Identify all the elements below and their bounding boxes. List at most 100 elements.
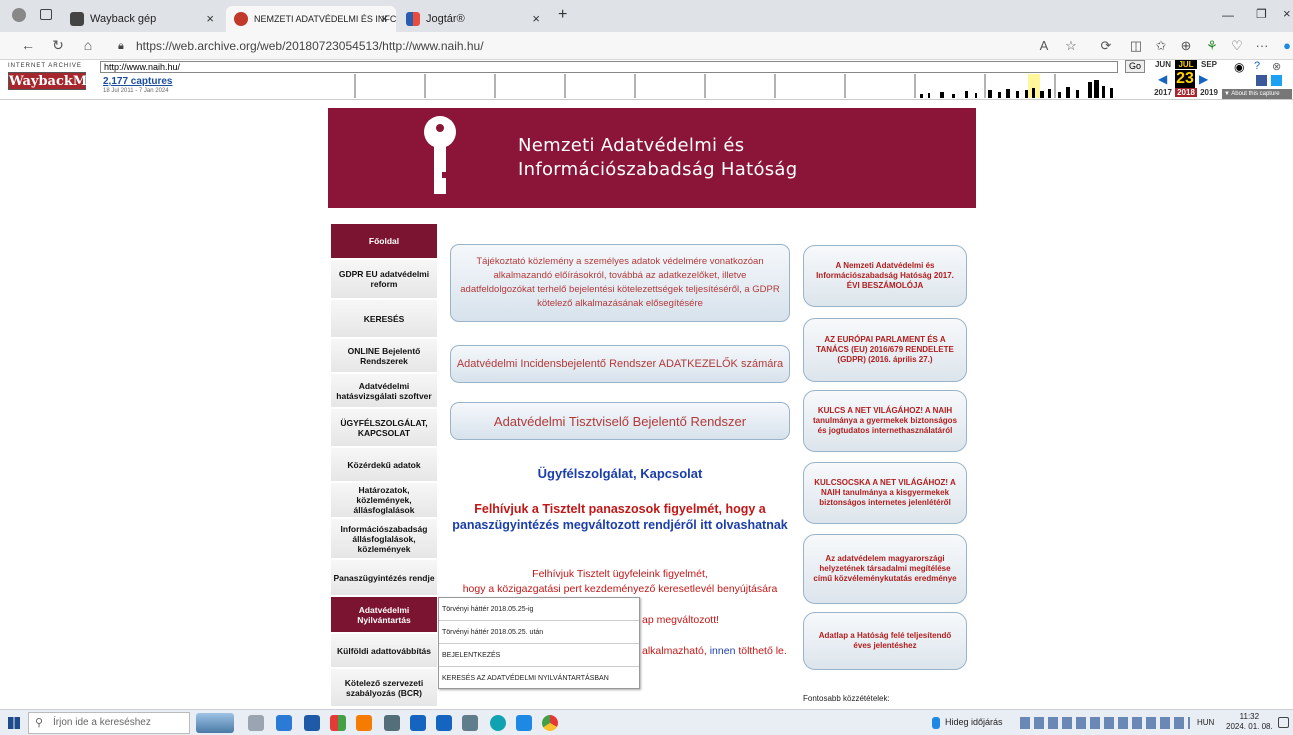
nav-item-registry[interactable]: Adatvédelmi Nyilvántartás bbox=[331, 597, 437, 633]
refresh-icon[interactable]: ↻ bbox=[48, 37, 68, 54]
app-icon-3[interactable] bbox=[330, 715, 346, 731]
annual-form-button[interactable]: Adatlap a Hatóság felé teljesítendő éves… bbox=[803, 612, 967, 670]
tab-wayback[interactable]: Wayback gép × bbox=[62, 6, 222, 32]
submenu-item-law-after[interactable]: Törvényi háttér 2018.05.25. után bbox=[439, 621, 639, 644]
home-icon[interactable]: ⌂ bbox=[78, 37, 98, 53]
read-aloud-icon[interactable]: A bbox=[1035, 38, 1053, 53]
nav-item-foi[interactable]: Információszabadság állásfoglalások, köz… bbox=[331, 519, 437, 559]
tab-naih[interactable]: NEMZETI ADATVÉDELMI ÉS INFC × bbox=[226, 6, 396, 32]
favorites-icon[interactable]: ✩ bbox=[1152, 38, 1170, 54]
next-capture-icon[interactable]: ▶ bbox=[1199, 72, 1208, 86]
shopping-icon[interactable]: ⚘ bbox=[1203, 38, 1221, 54]
about-capture-button[interactable]: ▼ About this capture bbox=[1222, 89, 1292, 99]
wayback-logo[interactable]: WaybackMachine bbox=[8, 72, 136, 90]
incident-report-button[interactable]: Adatvédelmi Incidensbejelentő Rendszer A… bbox=[450, 345, 790, 383]
app-icon-7[interactable] bbox=[436, 715, 452, 731]
performance-icon[interactable]: ♡ bbox=[1228, 38, 1246, 54]
language-indicator[interactable]: HUN bbox=[1197, 718, 1214, 727]
app-icon-4[interactable] bbox=[356, 715, 372, 731]
notice-complaints-link[interactable]: panaszügyintézés megváltozott rendjéről … bbox=[430, 518, 810, 532]
wayback-favicon-icon bbox=[70, 12, 84, 26]
year-current: 2018 bbox=[1175, 88, 1197, 97]
download-link[interactable]: innen bbox=[710, 645, 736, 657]
back-icon[interactable]: ← bbox=[18, 37, 38, 53]
nav-item-customer[interactable]: ÜGYFÉLSZOLGÁLAT, KAPCSOLAT bbox=[331, 409, 437, 447]
wayback-go-button[interactable]: Go bbox=[1125, 60, 1145, 73]
close-tab-icon[interactable]: × bbox=[206, 11, 214, 26]
gdpr-info-button[interactable]: Tájékoztató közlemény a személyes adatok… bbox=[450, 244, 790, 322]
notifications-icon[interactable] bbox=[1278, 717, 1289, 728]
tab-label: NEMZETI ADATVÉDELMI ÉS INFC bbox=[254, 14, 396, 24]
customer-service-link[interactable]: Ügyfélszolgálat, Kapcsolat bbox=[450, 466, 790, 481]
captures-link[interactable]: 2,177 captures bbox=[103, 76, 173, 87]
app-icon-9[interactable] bbox=[516, 715, 532, 731]
more-icon[interactable]: ··· bbox=[1253, 38, 1271, 53]
gdpr-regulation-button[interactable]: AZ EURÓPAI PARLAMENT ÉS A TANÁCS (EU) 20… bbox=[803, 318, 967, 382]
minimize-icon[interactable]: — bbox=[1222, 8, 1234, 22]
site-banner[interactable]: Nemzeti Adatvédelmi és Információszabads… bbox=[328, 108, 976, 208]
submenu-item-login[interactable]: BEJELENTKEZÉS bbox=[439, 644, 639, 667]
browser-tab-bar: Wayback gép × NEMZETI ADATVÉDELMI ÉS INF… bbox=[0, 0, 1293, 32]
nav-item-home[interactable]: Főoldal bbox=[331, 224, 437, 259]
facebook-icon[interactable] bbox=[1256, 75, 1267, 86]
close-wayback-icon[interactable]: ⊗ bbox=[1272, 60, 1281, 73]
app-icon-5[interactable] bbox=[384, 715, 400, 731]
task-view-icon[interactable] bbox=[248, 715, 264, 731]
jogtar-favicon-icon bbox=[406, 12, 420, 26]
chrome-icon[interactable] bbox=[542, 715, 558, 731]
year-next[interactable]: 2019 bbox=[1198, 88, 1220, 97]
nav-item-online[interactable]: ONLINE Bejelentő Rendszerek bbox=[331, 339, 437, 373]
split-screen-icon[interactable]: ◫ bbox=[1127, 38, 1145, 54]
user-icon[interactable]: ◉ bbox=[1234, 60, 1244, 74]
app-icon-1[interactable] bbox=[276, 715, 292, 731]
tray-icons[interactable] bbox=[1020, 717, 1190, 729]
net-key-study-button[interactable]: KULCS A NET VILÁGÁHOZ! A NAIH tanulmánya… bbox=[803, 390, 967, 452]
nav-item-transfer[interactable]: Külföldi adattovábbítás bbox=[331, 634, 437, 668]
edge-icon[interactable] bbox=[490, 715, 506, 731]
notice-partial-2: alkalmazható, innen tölthető le. bbox=[642, 645, 787, 657]
annual-report-button[interactable]: A Nemzeti Adatvédelmi és Információszaba… bbox=[803, 245, 967, 307]
extensions-icon[interactable]: ⟳ bbox=[1097, 38, 1115, 54]
net-key-kids-button[interactable]: KULCSOCSKA A NET VILÁGÁHOZ! A NAIH tanul… bbox=[803, 462, 967, 524]
nav-item-search[interactable]: KERESÉS bbox=[331, 300, 437, 338]
copilot-icon[interactable]: ● bbox=[1278, 38, 1293, 53]
site-title-line: Információszabadság Hatóság bbox=[518, 159, 798, 180]
favorite-star-icon[interactable]: ☆ bbox=[1062, 38, 1080, 54]
submenu-item-registry-search[interactable]: KERESÉS AZ ADATVÉDELMI NYILVÁNTARTÁSBAN bbox=[439, 667, 639, 690]
nav-item-bcr[interactable]: Kötelező szervezeti szabályozás (BCR) bbox=[331, 669, 437, 707]
tab-actions-icon[interactable] bbox=[40, 9, 52, 20]
app-icon-2[interactable] bbox=[304, 715, 320, 731]
nav-item-complaints[interactable]: Panaszügyintézés rendje bbox=[331, 560, 437, 596]
twitter-icon[interactable] bbox=[1271, 75, 1282, 86]
survey-result-button[interactable]: Az adatvédelem magyarországi helyzetének… bbox=[803, 534, 967, 604]
new-tab-icon[interactable]: + bbox=[558, 6, 567, 24]
capture-sparkline[interactable] bbox=[280, 74, 1120, 98]
taskbar-search-input[interactable]: ⚲ Írjon ide a kereséshez bbox=[28, 712, 190, 734]
help-icon[interactable]: ? bbox=[1254, 60, 1260, 72]
wayback-url-input[interactable]: http://www.naih.hu/ bbox=[100, 61, 1118, 73]
year-prev[interactable]: 2017 bbox=[1152, 88, 1174, 97]
dpo-report-button[interactable]: Adatvédelmi Tisztviselő Bejelentő Rendsz… bbox=[450, 402, 790, 440]
app-icon-6[interactable] bbox=[410, 715, 426, 731]
close-tab-icon[interactable]: × bbox=[380, 11, 388, 26]
app-icon-8[interactable] bbox=[462, 715, 478, 731]
tab-jogtar[interactable]: Jogtár® × bbox=[398, 6, 548, 32]
nav-item-impact[interactable]: Adatvédelmi hatásvizsgálati szoftver bbox=[331, 374, 437, 408]
url-field[interactable]: 🔒︎ https://web.archive.org/web/201807230… bbox=[110, 36, 1030, 56]
prev-capture-icon[interactable]: ◀ bbox=[1158, 72, 1167, 86]
restore-icon[interactable]: ❐ bbox=[1256, 7, 1267, 21]
clock[interactable]: 11:32 2024. 01. 08. bbox=[1226, 712, 1273, 732]
nav-item-decisions[interactable]: Határozatok, közlemények, állásfoglaláso… bbox=[331, 483, 437, 518]
nav-item-gdpr[interactable]: GDPR EU adatvédelmi reform bbox=[331, 260, 437, 299]
weather-text[interactable]: Hideg időjárás bbox=[945, 717, 1003, 727]
submenu-item-law-before[interactable]: Törvényi háttér 2018.05.25-ig bbox=[439, 598, 639, 621]
profile-icon[interactable] bbox=[12, 8, 26, 22]
month-next[interactable]: SEP bbox=[1198, 60, 1220, 69]
month-prev[interactable]: JUN bbox=[1152, 60, 1174, 69]
collections-icon[interactable]: ⊕ bbox=[1177, 38, 1195, 54]
nav-item-public-data[interactable]: Közérdekű adatok bbox=[331, 448, 437, 482]
windows-start-icon[interactable] bbox=[8, 717, 20, 729]
close-window-icon[interactable]: × bbox=[1283, 6, 1291, 21]
weather-icon[interactable] bbox=[932, 717, 940, 729]
close-tab-icon[interactable]: × bbox=[532, 11, 540, 26]
